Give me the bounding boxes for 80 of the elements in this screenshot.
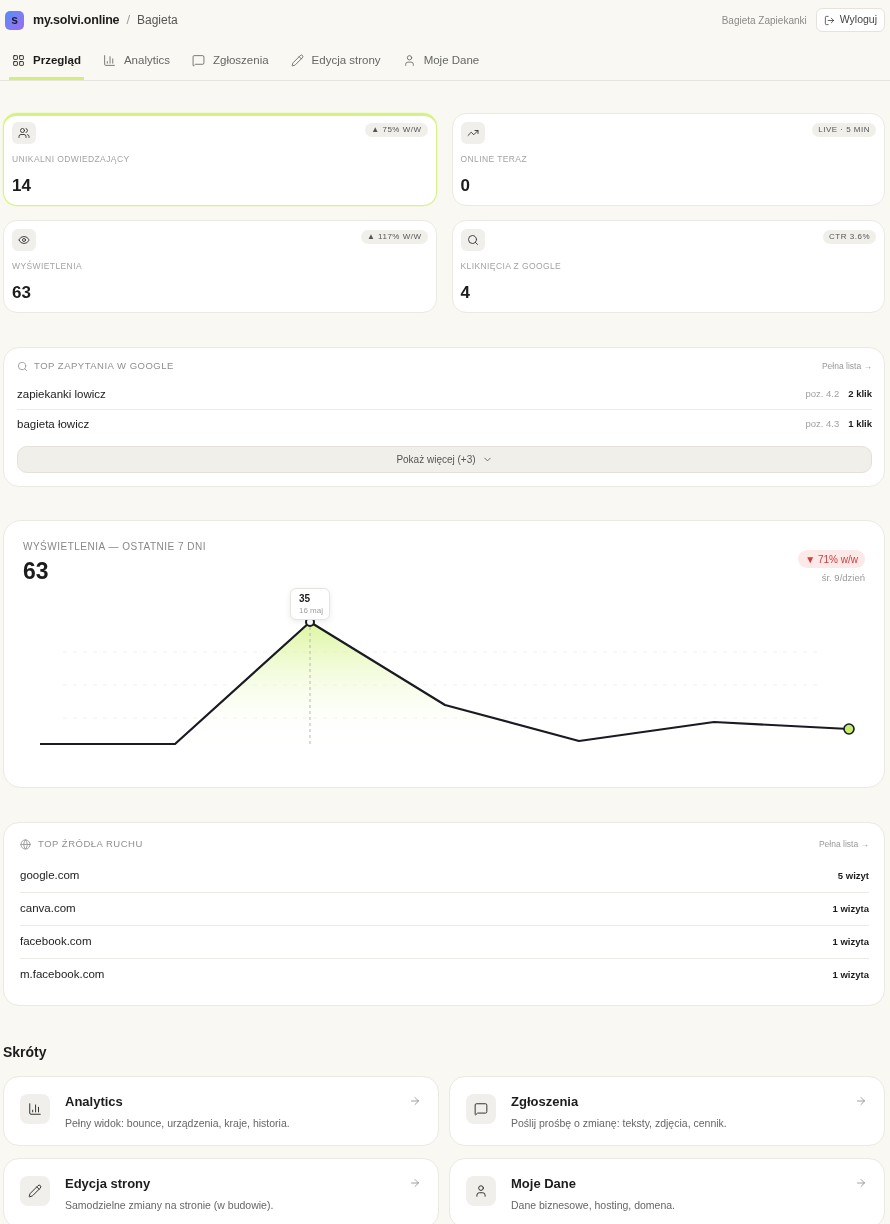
source-domain: m.facebook.com: [20, 967, 105, 983]
shortcut-description: Dane biznesowe, hosting, domena.: [511, 1198, 677, 1213]
show-more-button[interactable]: Pokaż więcej (+3): [17, 446, 872, 473]
shortcut-title: Moje Dane: [511, 1175, 577, 1193]
tooltip-date: 16 maj: [299, 605, 324, 616]
stat-label: ONLINE TERAZ: [460, 153, 529, 165]
logo: s: [5, 10, 24, 30]
arrow-right-icon: [409, 1095, 421, 1107]
eye-icon: [12, 229, 36, 251]
query-clicks: 1 klik: [848, 417, 872, 432]
stat-value: 63: [12, 282, 32, 304]
stat-badge: CTR 3.6%: [823, 230, 876, 244]
logout-icon: [823, 14, 835, 26]
stat-badge: ▲ 117% W/W: [360, 230, 428, 244]
shortcut-card[interactable]: Analytics Pełny widok: bounce, urządzenia, kraje, historia.: [3, 1076, 439, 1146]
query-text: zapiekanki lowicz: [17, 386, 106, 402]
shortcut-card[interactable]: Edycja strony Samodzielne zmiany na stronie (w budowie).: [3, 1158, 439, 1224]
stat-value: 4: [460, 282, 471, 304]
daily-average: śr. 9/dzień: [821, 572, 865, 584]
stat-value: 0: [460, 175, 471, 197]
chart-total: 63: [23, 557, 50, 585]
stat-badge: LIVE · 5 MIN: [812, 123, 876, 137]
nav-tab[interactable]: Analytics: [99, 44, 173, 80]
stat-badge: ▲ 75% W/W: [365, 123, 428, 137]
shortcut-description: Poślij prośbę o zmianę: teksty, zdjęcia, cennik.: [511, 1116, 728, 1131]
trending-up-icon: [460, 122, 485, 144]
query-text: bagieta łowicz: [17, 416, 90, 432]
chat-bubble-icon: [191, 54, 205, 67]
shortcut-description: Samodzielne zmiany na stronie (w budowie).: [65, 1198, 275, 1213]
stat-label: KLIKNIĘCIA Z GOOGLE: [460, 260, 563, 272]
search-icon: [460, 229, 485, 251]
person-icon: [402, 54, 416, 67]
logout-button[interactable]: Wyloguj: [815, 8, 885, 32]
nav-tab[interactable]: Zgłoszenia: [188, 44, 272, 80]
stat-label: UNIKALNI ODWIEDZAJĄCY: [12, 153, 131, 165]
source-domain: canva.com: [20, 901, 76, 917]
arrow-right-icon: [855, 1177, 867, 1189]
shortcut-title: Edycja strony: [65, 1175, 152, 1193]
shortcut-title: Analytics: [65, 1093, 124, 1111]
query-position: poz. 4.3: [805, 417, 840, 432]
nav-tab[interactable]: Moje Dane: [399, 44, 483, 80]
shortcut-card[interactable]: Moje Dane Dane biznesowe, hosting, domena.: [449, 1158, 885, 1224]
tooltip-value: 35: [299, 593, 312, 605]
change-badge: ▼ 71% w/w: [798, 550, 865, 568]
shortcut-card[interactable]: Zgłoszenia Poślij prośbę o zmianę: teksty, zdjęcia, cennik.: [449, 1076, 885, 1146]
chart-title: WYŚWIETLENIA — OSTATNIE 7 DNI: [23, 540, 207, 553]
pencil-icon: [20, 1176, 50, 1206]
shortcut-title: Zgłoszenia: [511, 1093, 580, 1111]
source-visits: 1 wizyta: [832, 901, 869, 916]
source-visits: 1 wizyta: [832, 934, 869, 949]
grid-icon: [12, 54, 25, 67]
query-position: poz. 4.2: [805, 387, 840, 402]
breadcrumb-separator: /: [126, 11, 130, 30]
source-domain: facebook.com: [20, 934, 92, 950]
section-heading: Skróty: [3, 1043, 48, 1061]
bar-chart-icon: [102, 54, 116, 67]
arrow-right-icon: [409, 1177, 421, 1189]
search-icon: [17, 360, 28, 372]
source-domain: google.com: [20, 868, 80, 884]
section-title: TOP ZAPYTANIA W GOOGLE: [34, 358, 174, 373]
section-title: TOP ŹRÓDŁA RUCHU: [38, 836, 143, 851]
data-point: [843, 723, 855, 735]
source-visits: 1 wizyta: [832, 967, 869, 982]
arrow-right-icon: [855, 1095, 867, 1107]
bar-chart-icon: [20, 1094, 50, 1124]
people-icon: [12, 122, 36, 144]
source-visits: 5 wizyt: [837, 868, 869, 883]
chat-bubble-icon: [466, 1094, 496, 1124]
shortcut-description: Pełny widok: bounce, urządzenia, kraje, historia.: [65, 1116, 291, 1131]
pencil-icon: [290, 54, 304, 67]
person-icon: [466, 1176, 496, 1206]
user-name: Bagieta Zapiekanki: [721, 13, 807, 28]
query-clicks: 2 klik: [848, 387, 872, 402]
page-name: Bagieta: [137, 12, 178, 29]
site-name: my.solvi.online: [33, 11, 120, 29]
stat-label: WYŚWIETLENIA: [12, 260, 83, 272]
stat-value: 14: [12, 175, 32, 197]
nav-tab[interactable]: Edycja strony: [287, 44, 384, 80]
globe-icon: [20, 838, 31, 850]
nav-tab[interactable]: Przegląd: [9, 44, 84, 80]
